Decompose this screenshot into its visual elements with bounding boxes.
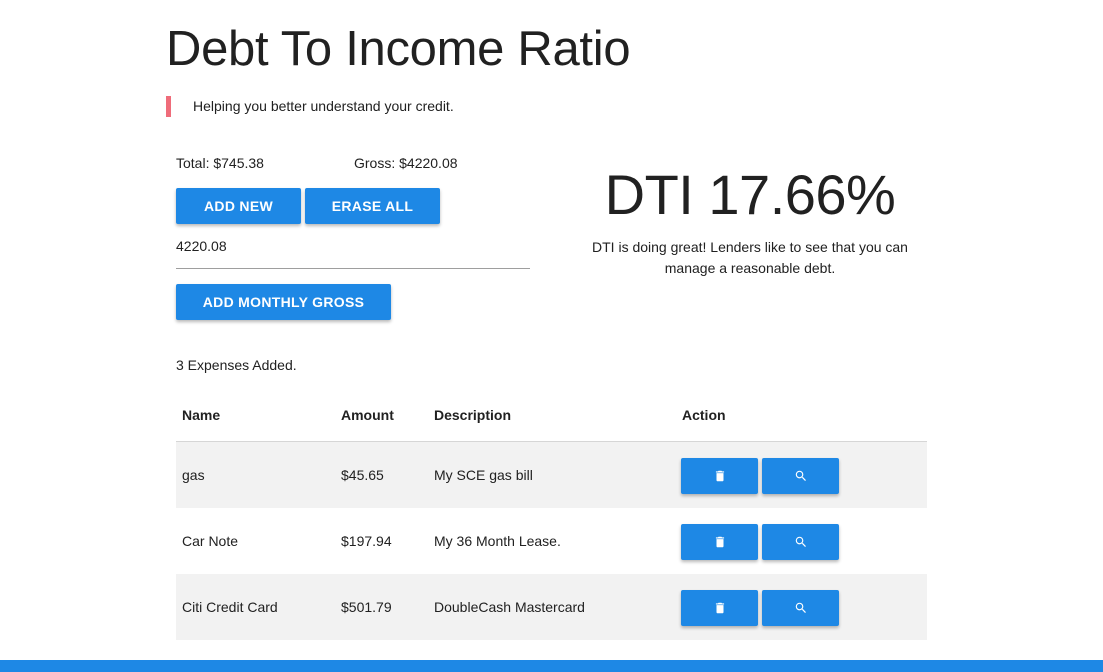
- gross-text: Gross: $4220.08: [354, 155, 458, 171]
- expense-amount: $501.79: [341, 599, 392, 615]
- expenses-count: 3 Expenses Added.: [176, 357, 297, 373]
- search-icon: [795, 602, 806, 613]
- dti-message: DTI is doing great! Lenders like to see …: [592, 239, 908, 276]
- expense-description: DoubleCash Mastercard: [434, 599, 585, 615]
- delete-expense-button[interactable]: [681, 524, 758, 560]
- page-title: Debt To Income Ratio: [166, 22, 631, 76]
- expense-name: Car Note: [182, 533, 239, 549]
- column-header-name: Name: [182, 407, 221, 423]
- trash-icon: [715, 470, 724, 482]
- expense-name: Citi Credit Card: [182, 599, 278, 615]
- delete-expense-button[interactable]: [681, 458, 758, 494]
- search-icon: [795, 536, 806, 547]
- add-monthly-gross-button[interactable]: ADD MONTHLY GROSS: [176, 284, 391, 320]
- total-text: Total: $745.38: [176, 155, 264, 171]
- monthly-gross-input[interactable]: [176, 234, 530, 269]
- search-icon: [795, 470, 806, 481]
- subtitle-quote: Helping you better understand your credi…: [166, 96, 454, 117]
- erase-all-button[interactable]: ERASE ALL: [305, 188, 440, 224]
- bottom-bar: [0, 660, 1103, 672]
- dti-value: DTI 17.66%: [604, 163, 896, 226]
- expense-description: My SCE gas bill: [434, 467, 533, 483]
- view-expense-button[interactable]: [762, 524, 839, 560]
- table-row: Car Note $197.94 My 36 Month Lease.: [176, 508, 927, 574]
- view-expense-button[interactable]: [762, 590, 839, 626]
- table-header: Name Amount Description Action: [176, 392, 927, 442]
- trash-icon: [715, 602, 724, 614]
- column-header-amount: Amount: [341, 407, 394, 423]
- expense-amount: $197.94: [341, 533, 392, 549]
- table-row: Citi Credit Card $501.79 DoubleCash Mast…: [176, 574, 927, 640]
- add-new-button[interactable]: ADD NEW: [176, 188, 301, 224]
- expense-name: gas: [182, 467, 205, 483]
- expense-description: My 36 Month Lease.: [434, 533, 561, 549]
- view-expense-button[interactable]: [762, 458, 839, 494]
- table-row: gas $45.65 My SCE gas bill: [176, 442, 927, 508]
- page: Debt To Income Ratio Helping you better …: [0, 0, 1103, 672]
- column-header-action: Action: [682, 407, 726, 423]
- column-header-description: Description: [434, 407, 512, 423]
- expenses-table: Name Amount Description Action gas $45.6…: [176, 392, 927, 640]
- trash-icon: [715, 536, 724, 548]
- delete-expense-button[interactable]: [681, 590, 758, 626]
- expense-amount: $45.65: [341, 467, 384, 483]
